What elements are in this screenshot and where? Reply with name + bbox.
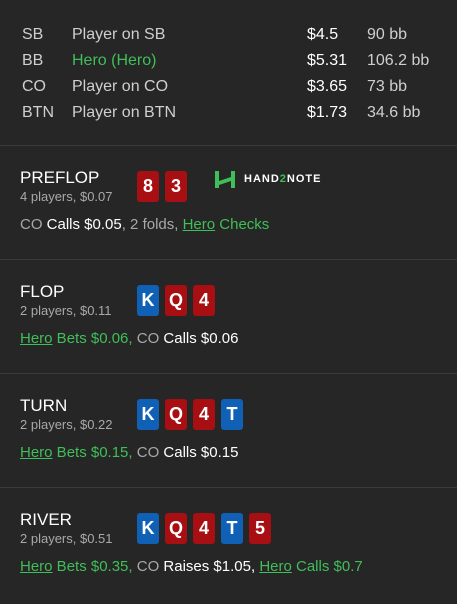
street-action-line: Hero Bets $0.35, CO Raises $1.05, Hero C…: [20, 558, 363, 575]
street-pot-info: 2 players, $0.22: [20, 417, 113, 432]
action-text: Checks: [215, 216, 270, 233]
action-text: CO: [132, 558, 160, 575]
card-red: 4: [193, 513, 215, 544]
player-stack-bb: 34.6 bb: [367, 104, 421, 121]
action-text: CO: [20, 216, 43, 233]
hero-link[interactable]: Hero: [20, 444, 53, 461]
action-text: , 2 folds,: [121, 216, 183, 233]
street-pot-info: 2 players, $0.51: [20, 531, 113, 546]
player-position: CO: [22, 78, 46, 95]
action-text: Calls $0.7: [291, 558, 363, 575]
player-position: SB: [22, 26, 44, 43]
player-name-hero[interactable]: Hero (Hero): [72, 52, 156, 70]
player-row-co: CO Player on CO $3.65 73 bb: [0, 76, 457, 102]
street-action-line: Hero Bets $0.06, CO Calls $0.06: [20, 330, 238, 347]
hand2note-logo-icon: [214, 168, 236, 190]
street-pot-info: 2 players, $0.11: [20, 303, 112, 318]
hero-link[interactable]: Hero: [20, 330, 53, 347]
hero-link[interactable]: Hero: [183, 216, 216, 233]
action-text: Bets $0.15,: [52, 444, 133, 461]
player-stack-bb: 90 bb: [367, 26, 408, 43]
street-name: FLOP: [20, 282, 65, 301]
card-red: 5: [249, 513, 271, 544]
action-text: Raises $1.05,: [159, 558, 260, 575]
player-name: Player on CO: [72, 78, 169, 95]
card-blue: K: [137, 513, 159, 544]
hand2note-logo[interactable]: HAND2NOTE: [214, 168, 321, 190]
hole-cards: 83: [137, 171, 193, 203]
action-text: Calls $0.15: [159, 444, 239, 461]
board-cards: KQ4T: [137, 399, 249, 431]
player-position: BB: [22, 52, 44, 69]
action-text: CO: [132, 444, 160, 461]
card-red: 3: [165, 171, 187, 202]
action-text: Calls $0.06: [159, 330, 239, 347]
player-position: BTN: [22, 104, 54, 121]
card-red: 4: [193, 285, 215, 316]
player-stack-bb: 106.2 bb: [367, 52, 430, 69]
card-red: Q: [165, 285, 187, 316]
street-name: PREFLOP: [20, 168, 100, 187]
player-row-btn: BTN Player on BTN $1.73 34.6 bb: [0, 102, 457, 128]
card-blue: K: [137, 399, 159, 430]
action-text: Bets $0.06,: [52, 330, 133, 347]
player-name: Player on BTN: [72, 104, 177, 121]
street-flop: FLOP 2 players, $0.11 KQ4 Hero Bets $0.0…: [0, 260, 457, 374]
street-pot-info: 4 players, $0.07: [20, 189, 113, 204]
player-row-bb: BB Hero (Hero) $5.31 106.2 bb: [0, 50, 457, 76]
action-text: Bets $0.35,: [52, 558, 133, 575]
player-stack: $1.73: [307, 104, 348, 121]
player-stack: $3.65: [307, 78, 348, 95]
board-cards: KQ4: [137, 285, 221, 317]
card-blue: T: [221, 399, 243, 430]
card-red: Q: [165, 513, 187, 544]
player-name: Player on SB: [72, 26, 166, 43]
street-turn: TURN 2 players, $0.22 KQ4T Hero Bets $0.…: [0, 374, 457, 488]
players-section: SB Player on SB $4.5 90 bb BB Hero (Hero…: [0, 0, 457, 146]
street-preflop: PREFLOP 4 players, $0.07 83 HAND2NOTE CO…: [0, 146, 457, 260]
card-red: 8: [137, 171, 159, 202]
board-cards: KQ4T5: [137, 513, 277, 545]
hero-link[interactable]: Hero: [259, 558, 292, 575]
card-blue: K: [137, 285, 159, 316]
player-stack: $4.5: [307, 26, 339, 43]
player-row-sb: SB Player on SB $4.5 90 bb: [0, 24, 457, 50]
street-name: TURN: [20, 396, 68, 415]
card-blue: T: [221, 513, 243, 544]
card-red: 4: [193, 399, 215, 430]
player-stack-bb: 73 bb: [367, 78, 408, 95]
action-text: Calls $0.05: [42, 216, 122, 233]
street-action-line: Hero Bets $0.15, CO Calls $0.15: [20, 444, 238, 461]
player-stack: $5.31: [307, 52, 348, 69]
hero-link[interactable]: Hero: [20, 558, 53, 575]
street-river: RIVER 2 players, $0.51 KQ4T5 Hero Bets $…: [0, 488, 457, 602]
hand2note-logo-text: HAND2NOTE: [244, 173, 322, 185]
action-text: CO: [132, 330, 160, 347]
street-name: RIVER: [20, 510, 72, 529]
card-red: Q: [165, 399, 187, 430]
street-action-line: CO Calls $0.05, 2 folds, Hero Checks: [20, 216, 269, 233]
